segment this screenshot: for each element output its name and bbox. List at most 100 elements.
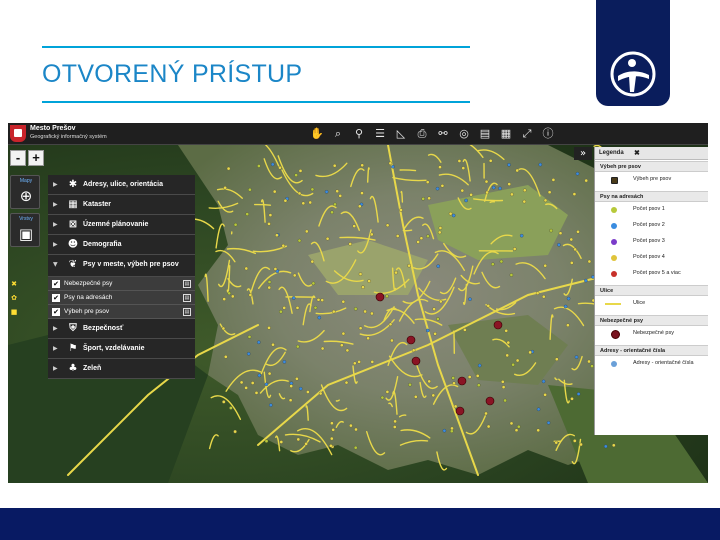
address-marker[interactable] (247, 335, 252, 339)
address-marker[interactable] (278, 165, 282, 170)
address-marker[interactable] (509, 421, 514, 426)
address-marker[interactable] (301, 201, 306, 206)
address-marker[interactable] (345, 348, 350, 353)
address-marker[interactable] (427, 196, 431, 201)
address-marker[interactable] (295, 306, 300, 310)
zoom-out-button[interactable]: - (10, 150, 26, 166)
legend-close-button[interactable]: ✖ (634, 149, 640, 157)
address-marker[interactable] (425, 180, 430, 184)
address-marker[interactable] (436, 264, 440, 268)
address-marker[interactable] (233, 429, 237, 434)
address-marker[interactable] (244, 386, 248, 390)
address-marker[interactable] (503, 398, 507, 403)
address-marker[interactable] (227, 291, 231, 296)
address-marker[interactable] (267, 222, 271, 226)
address-marker[interactable] (450, 426, 454, 431)
layer-group-row[interactable]: ▶ ⚑ Šport, vzdelávanie (48, 339, 195, 359)
address-marker[interactable] (226, 166, 231, 171)
address-marker[interactable] (297, 238, 302, 243)
address-marker[interactable] (416, 240, 420, 244)
address-marker[interactable] (224, 355, 228, 359)
address-marker[interactable] (370, 360, 375, 364)
address-marker[interactable] (574, 355, 579, 359)
address-marker[interactable] (448, 211, 453, 216)
address-marker[interactable] (519, 233, 524, 238)
address-marker[interactable] (281, 243, 286, 248)
address-marker[interactable] (399, 208, 403, 212)
zoom-in-button[interactable]: + (28, 150, 44, 166)
address-marker[interactable] (294, 173, 298, 177)
address-marker[interactable] (394, 270, 398, 275)
layer-group-row[interactable]: ▶ ☻ Demografia (48, 235, 195, 255)
address-marker[interactable] (338, 194, 342, 198)
layer-group-row[interactable]: ▶ ▦ Kataster (48, 195, 195, 215)
address-marker[interactable] (257, 164, 261, 168)
address-marker[interactable] (352, 224, 356, 228)
sublayer-checkbox[interactable]: ✔ (52, 294, 60, 302)
address-marker[interactable] (305, 229, 309, 234)
address-marker[interactable] (579, 442, 583, 447)
address-marker[interactable] (491, 262, 495, 266)
address-marker[interactable] (296, 344, 300, 349)
address-marker[interactable] (246, 352, 251, 356)
dangerous-dog-marker[interactable] (457, 376, 467, 386)
address-marker[interactable] (275, 233, 279, 237)
list-icon[interactable]: ☰ (371, 125, 389, 143)
chevron-right-icon[interactable]: ▶ (53, 181, 58, 188)
address-marker[interactable] (292, 273, 297, 278)
address-marker[interactable] (536, 428, 540, 433)
address-marker[interactable] (572, 192, 577, 196)
address-marker[interactable] (330, 421, 334, 425)
fullscreen-icon[interactable]: ⤢ (518, 125, 536, 143)
address-marker[interactable] (363, 309, 367, 314)
link-icon[interactable]: ⚯ (434, 125, 452, 143)
address-marker[interactable] (535, 291, 540, 295)
address-marker[interactable] (547, 190, 552, 194)
address-marker[interactable] (271, 342, 275, 347)
address-marker[interactable] (509, 273, 514, 277)
address-marker[interactable] (554, 440, 558, 445)
address-marker[interactable] (486, 424, 491, 429)
layer-group-row[interactable]: ▶ ✱ Adresy, ulice, orientácia (48, 175, 195, 195)
address-marker[interactable] (576, 392, 581, 396)
address-marker[interactable] (414, 395, 418, 399)
address-marker[interactable] (575, 171, 580, 176)
address-marker[interactable] (407, 263, 411, 268)
address-marker[interactable] (360, 163, 364, 168)
address-marker[interactable] (541, 379, 546, 384)
address-marker[interactable] (358, 272, 363, 276)
address-marker[interactable] (229, 406, 233, 410)
address-marker[interactable] (460, 188, 465, 193)
search-icon[interactable]: ⌕ (329, 125, 347, 143)
address-marker[interactable] (484, 411, 488, 416)
address-marker[interactable] (325, 236, 330, 241)
address-marker[interactable] (451, 376, 455, 380)
address-marker[interactable] (536, 407, 541, 412)
address-marker[interactable] (267, 326, 271, 330)
address-marker[interactable] (501, 380, 505, 384)
address-marker[interactable] (542, 294, 546, 299)
address-marker[interactable] (468, 297, 472, 301)
address-marker[interactable] (507, 163, 511, 167)
address-marker[interactable] (296, 437, 301, 442)
address-marker[interactable] (282, 360, 287, 364)
address-marker[interactable] (543, 263, 547, 268)
address-marker[interactable] (282, 306, 286, 310)
address-marker[interactable] (543, 198, 548, 203)
address-marker[interactable] (421, 197, 425, 201)
address-marker[interactable] (320, 346, 325, 351)
address-marker[interactable] (440, 184, 445, 188)
sublayer-row[interactable]: ✿ ✔ Psy na adresách ▤ (11, 291, 195, 305)
address-marker[interactable] (461, 166, 466, 170)
address-marker[interactable] (486, 304, 491, 308)
address-marker[interactable] (538, 162, 543, 167)
address-marker[interactable] (257, 340, 261, 345)
address-marker[interactable] (426, 328, 430, 333)
address-marker[interactable] (515, 168, 519, 173)
address-marker[interactable] (311, 281, 316, 286)
chevron-right-icon[interactable]: ▶ (53, 241, 58, 248)
address-marker[interactable] (310, 187, 315, 192)
address-marker[interactable] (504, 329, 508, 333)
address-marker[interactable] (316, 298, 321, 302)
address-marker[interactable] (576, 230, 580, 234)
